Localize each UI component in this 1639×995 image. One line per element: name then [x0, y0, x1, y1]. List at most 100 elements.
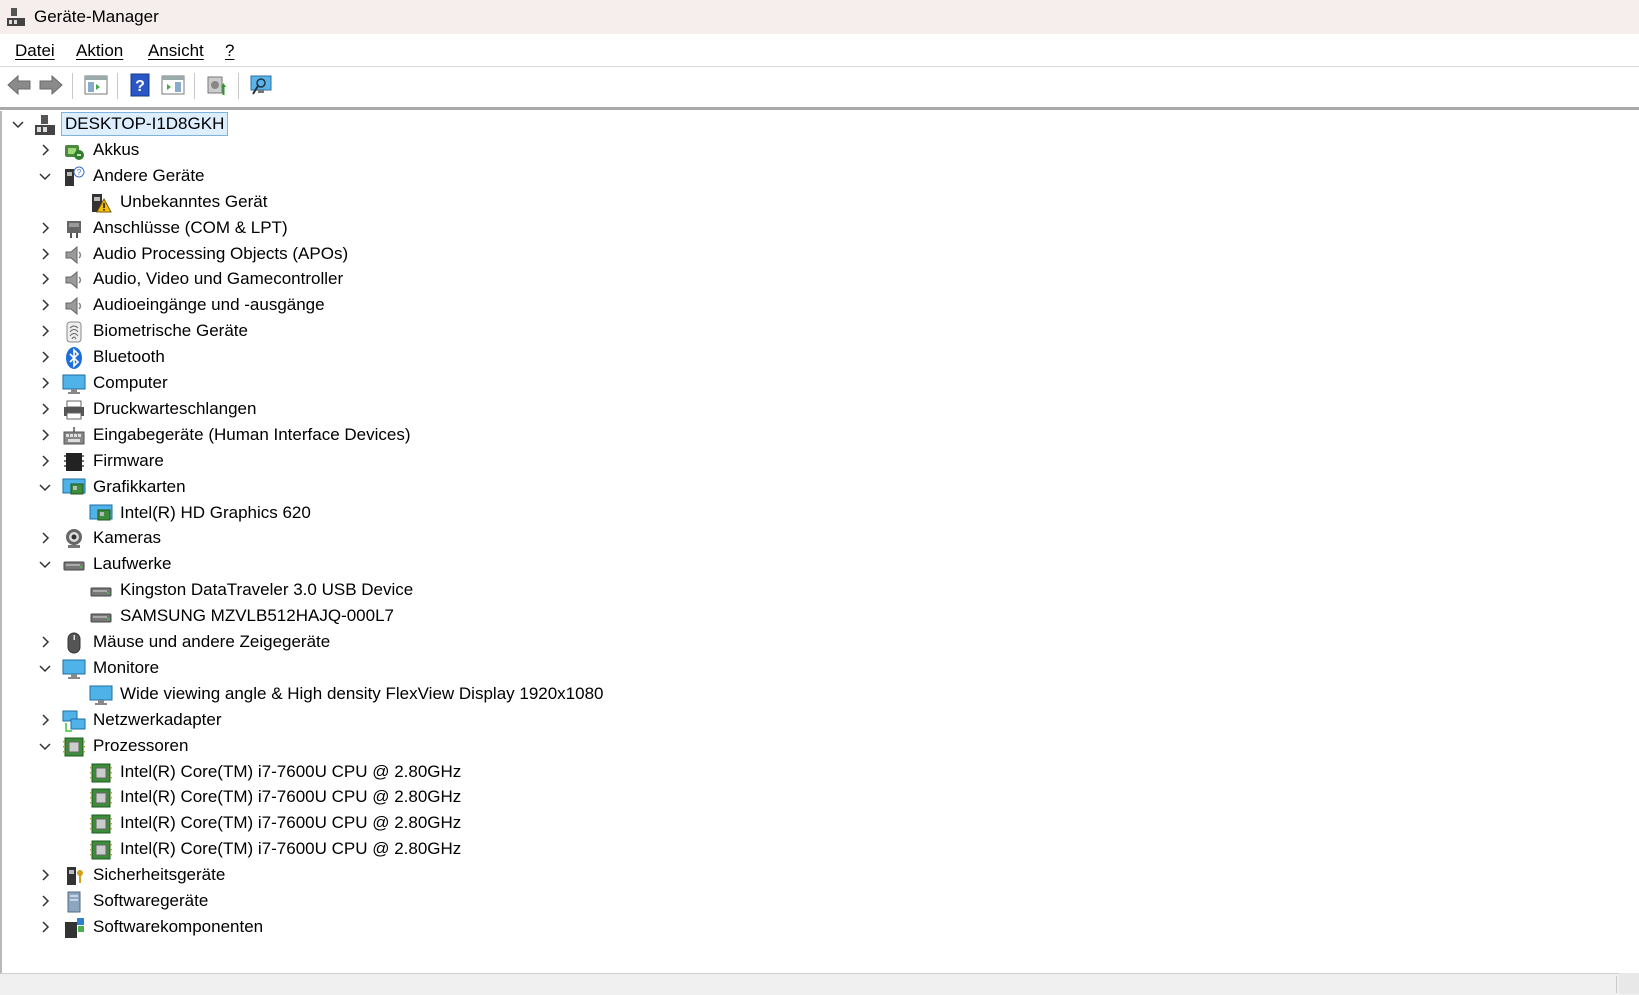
tree-item-label[interactable]: Wide viewing angle & High density FlexVi… [120, 683, 604, 705]
chevron-right-icon[interactable] [37, 375, 53, 391]
tree-item-label[interactable]: Intel(R) Core(TM) i7-7600U CPU @ 2.80GHz [120, 838, 461, 860]
menu-bar: Datei Aktion Ansicht ? [0, 34, 1639, 67]
chevron-right-icon[interactable] [37, 919, 53, 935]
processor-icon [63, 737, 85, 757]
tree-item-label[interactable]: Softwaregeräte [93, 890, 208, 912]
processor-icon [90, 788, 112, 808]
svg-text:?: ? [135, 78, 145, 95]
scan-hardware-button[interactable] [248, 71, 276, 99]
forward-icon [39, 74, 63, 96]
chevron-right-icon[interactable] [37, 427, 53, 443]
menu-ansicht[interactable]: Ansicht [148, 41, 204, 61]
tree-item-label[interactable]: SAMSUNG MZVLB512HAJQ-000L7 [120, 605, 394, 627]
tree-item-label[interactable]: Intel(R) Core(TM) i7-7600U CPU @ 2.80GHz [120, 761, 461, 783]
chevron-right-icon[interactable] [37, 893, 53, 909]
title-bar: Geräte-Manager [0, 0, 1639, 34]
tree-item-label[interactable]: Monitore [93, 657, 159, 679]
chevron-down-icon[interactable] [37, 660, 53, 676]
action-pane-button[interactable] [159, 71, 187, 99]
fingerprint-icon [66, 321, 82, 343]
action-pane-icon [161, 75, 185, 95]
scan-hardware-icon [250, 75, 272, 95]
processor-icon [90, 814, 112, 834]
tree-item-label[interactable]: Firmware [93, 450, 164, 472]
speaker-icon [65, 271, 82, 290]
chevron-right-icon[interactable] [37, 401, 53, 417]
menu-help[interactable]: ? [225, 41, 234, 61]
tree-root-label[interactable]: DESKTOP-I1D8GKH [61, 112, 229, 136]
menu-datei[interactable]: Datei [15, 41, 55, 61]
chevron-right-icon[interactable] [37, 712, 53, 728]
forward-button[interactable] [37, 71, 65, 99]
tree-item-label[interactable]: Grafikkarten [93, 476, 186, 498]
chevron-down-icon[interactable] [10, 116, 26, 132]
tree-item-label[interactable]: Audio, Video und Gamecontroller [93, 268, 343, 290]
processor-icon [90, 840, 112, 860]
tree-item-label[interactable]: Anschlüsse (COM & LPT) [93, 217, 288, 239]
port-icon [67, 220, 81, 238]
computer-tower-icon [35, 115, 55, 135]
tree-item-label[interactable]: Druckwarteschlangen [93, 398, 256, 420]
console-tree-button[interactable] [82, 71, 110, 99]
chevron-right-icon[interactable] [37, 246, 53, 262]
tree-item-label[interactable]: Biometrische Geräte [93, 320, 248, 342]
chevron-down-icon[interactable] [37, 738, 53, 754]
tree-item-label[interactable]: Intel(R) Core(TM) i7-7600U CPU @ 2.80GHz [120, 812, 461, 834]
back-button[interactable] [5, 71, 33, 99]
update-driver-button[interactable] [203, 71, 231, 99]
tree-item-label[interactable]: Bluetooth [93, 346, 165, 368]
tree-item-label[interactable]: Mäuse und andere Zeigegeräte [93, 631, 330, 653]
display-adapter-icon [89, 504, 113, 520]
firmware-icon [64, 452, 84, 471]
tree-item-label[interactable]: Audioeingänge und -ausgänge [93, 294, 325, 316]
chevron-right-icon[interactable] [37, 142, 53, 158]
tree-item-label[interactable]: Prozessoren [93, 735, 188, 757]
tree-item-label[interactable]: Intel(R) Core(TM) i7-7600U CPU @ 2.80GHz [120, 786, 461, 808]
bluetooth-icon [66, 347, 82, 370]
chevron-right-icon[interactable] [37, 297, 53, 313]
chevron-right-icon[interactable] [37, 323, 53, 339]
tree-item-label[interactable]: Kingston DataTraveler 3.0 USB Device [120, 579, 413, 601]
other-devices-icon: ? [65, 166, 85, 186]
update-driver-icon [207, 76, 226, 95]
tree-item-label[interactable]: Eingabegeräte (Human Interface Devices) [93, 424, 411, 446]
tree-item-label[interactable]: Sicherheitsgeräte [93, 864, 225, 886]
chevron-down-icon[interactable] [37, 479, 53, 495]
drive-icon [63, 561, 85, 571]
window-title: Geräte-Manager [34, 7, 159, 26]
chevron-right-icon[interactable] [37, 634, 53, 650]
tree-item-label[interactable]: Laufwerke [93, 553, 171, 575]
chevron-right-icon[interactable] [37, 349, 53, 365]
tree-item-label[interactable]: Computer [93, 372, 168, 394]
chevron-right-icon[interactable] [37, 530, 53, 546]
tree-item-label[interactable]: Netzwerkadapter [93, 709, 222, 731]
device-tree[interactable]: DESKTOP-I1D8GKH Akkus? Andere Geräte Unbek… [0, 111, 1639, 973]
tree-item-label[interactable]: Audio Processing Objects (APOs) [93, 243, 348, 265]
menu-aktion[interactable]: Aktion [76, 41, 123, 61]
printer-icon [64, 400, 84, 420]
chevron-right-icon[interactable] [37, 453, 53, 469]
chevron-down-icon[interactable] [37, 168, 53, 184]
tree-item-label[interactable]: Softwarekomponenten [93, 916, 263, 938]
size-grip[interactable] [1619, 973, 1639, 994]
drive-icon [90, 587, 112, 597]
camera-icon [66, 529, 82, 549]
monitor-icon [62, 659, 86, 679]
chevron-down-icon[interactable] [37, 556, 53, 572]
back-icon [7, 74, 31, 96]
chevron-right-icon[interactable] [37, 271, 53, 287]
help-button[interactable]: ? [126, 71, 154, 99]
status-bar [0, 973, 1639, 995]
tree-item-label[interactable]: Unbekanntes Gerät [120, 191, 267, 213]
drive-icon [90, 613, 112, 623]
software-component-icon [65, 917, 84, 938]
tree-item-label[interactable]: Akkus [93, 139, 139, 161]
mouse-icon [67, 632, 81, 654]
help-icon: ? [130, 73, 150, 97]
tree-item-label[interactable]: Kameras [93, 527, 161, 549]
tree-item-label[interactable]: Intel(R) HD Graphics 620 [120, 502, 311, 524]
tree-item-label[interactable]: Andere Geräte [93, 165, 205, 187]
chevron-right-icon[interactable] [37, 220, 53, 236]
chevron-right-icon[interactable] [37, 867, 53, 883]
network-icon [62, 710, 86, 732]
